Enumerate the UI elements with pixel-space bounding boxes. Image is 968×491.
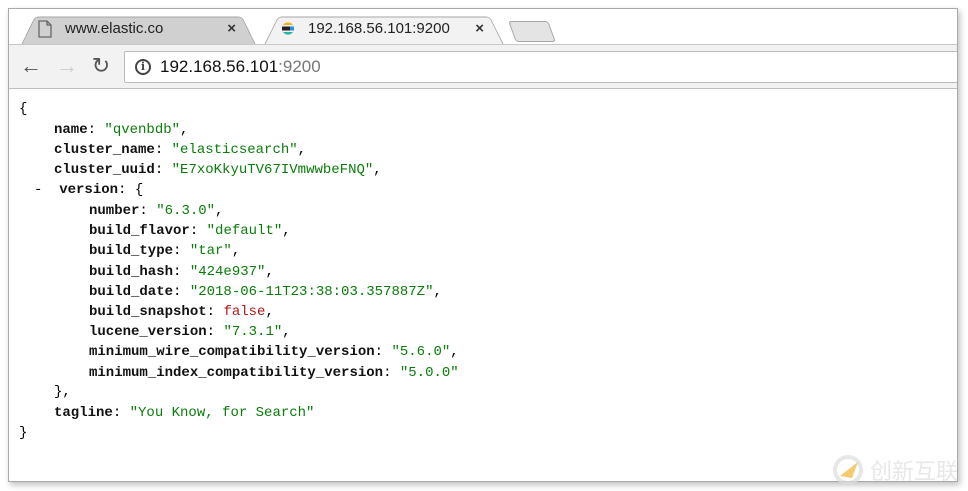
value: "7.3.1" <box>223 324 283 341</box>
elastic-logo-icon <box>282 21 294 35</box>
json-line-cluster-uuid: cluster_uuid: "E7xoKkyuTV67IVmwwbeFNQ", <box>54 162 382 178</box>
new-tab-button[interactable] <box>508 21 556 42</box>
json-line-number: number: "6.3.0", <box>89 203 224 219</box>
key: version <box>59 182 119 198</box>
json-viewer: { name: "qvenbdb", cluster_name: "elasti… <box>9 90 957 481</box>
json-line-lucene-version: lucene_version: "7.3.1", <box>89 324 291 341</box>
comma: , <box>433 283 442 300</box>
value: "2018-06-11T23:38:03.357887Z" <box>189 283 434 300</box>
key: minimum_wire_compatibility_version <box>89 344 375 361</box>
json-line-version: - version: { <box>34 182 144 198</box>
close-tab-icon[interactable]: × <box>227 20 236 37</box>
key: build_date <box>89 283 174 300</box>
key: tagline <box>54 405 113 421</box>
json-line-build-type: build_type: "tar", <box>89 243 241 260</box>
comma: , <box>265 304 274 320</box>
key: cluster_uuid <box>54 162 155 178</box>
browser-window: www.elastic.co × 192.168.56.101:9200 × ←… <box>8 8 958 482</box>
tab-elastic-co[interactable]: www.elastic.co × <box>21 12 256 45</box>
comma: , <box>265 263 274 280</box>
key: lucene_version <box>89 324 207 341</box>
back-button[interactable]: ← <box>19 54 43 78</box>
reload-button[interactable]: ↻ <box>89 54 113 78</box>
url-host: 192.168.56.101 <box>160 57 279 76</box>
value: "tar" <box>189 243 232 260</box>
close-tab-icon[interactable]: × <box>475 20 484 37</box>
json-line-build-snapshot: build_snapshot: false, <box>89 304 274 320</box>
json-line-cluster-name: cluster_name: "elasticsearch", <box>54 142 307 158</box>
address-bar[interactable]: i 192.168.56.101:9200 <box>124 51 957 83</box>
version-close-brace: }, <box>54 384 71 400</box>
json-line-minimum-index-compatibility-version: minimum_index_compatibility_version: "5.… <box>89 364 459 381</box>
page-icon <box>38 19 52 38</box>
value: "5.6.0" <box>391 344 451 361</box>
key: build_flavor <box>89 223 190 240</box>
json-line-minimum-wire-compatibility-version: minimum_wire_compatibility_version: "5.6… <box>89 344 459 361</box>
value: "elasticsearch" <box>171 142 298 158</box>
version-open-brace: { <box>134 182 144 198</box>
tab-strip: www.elastic.co × 192.168.56.101:9200 × <box>9 9 957 45</box>
comma: , <box>282 223 291 240</box>
url-port: :9200 <box>278 57 321 76</box>
forward-button[interactable]: → <box>55 54 79 78</box>
value: false <box>223 304 266 320</box>
value: "You Know, for Search" <box>129 405 315 421</box>
key: build_type <box>89 243 174 260</box>
key: cluster_name <box>54 142 155 158</box>
value: "5.0.0" <box>399 364 459 381</box>
value: "424e937" <box>189 263 266 280</box>
value: "qvenbdb" <box>104 122 181 138</box>
open-brace: { <box>19 101 28 117</box>
key: minimum_index_compatibility_version <box>89 364 384 381</box>
key: number <box>89 203 140 219</box>
value: "default" <box>206 223 283 240</box>
toolbar: ← → ↻ i 192.168.56.101:9200 <box>9 44 957 89</box>
tab-elasticsearch-node[interactable]: 192.168.56.101:9200 × <box>264 12 504 45</box>
value: "E7xoKkyuTV67IVmwwbeFNQ" <box>171 162 374 178</box>
json-line-tagline: tagline: "You Know, for Search" <box>54 405 315 421</box>
comma: , <box>282 324 291 341</box>
key: build_snapshot <box>89 304 207 320</box>
json-line-build-hash: build_hash: "424e937", <box>89 263 274 280</box>
json-line-name: name: "qvenbdb", <box>54 122 189 138</box>
tab-title: 192.168.56.101:9200 <box>308 20 450 37</box>
close-brace: } <box>19 425 28 441</box>
watermark-logo: 创新互联 <box>832 454 958 486</box>
json-line-build-date: build_date: "2018-06-11T23:38:03.357887Z… <box>89 283 442 300</box>
key: name <box>54 122 88 138</box>
comma: , <box>215 203 224 219</box>
info-icon[interactable]: i <box>135 59 151 75</box>
value: "6.3.0" <box>156 203 216 219</box>
json-line-build-flavor: build_flavor: "default", <box>89 223 291 240</box>
comma: , <box>231 243 241 260</box>
key: build_hash <box>89 263 174 280</box>
collapse-toggle[interactable]: - <box>34 182 42 198</box>
tab-title: www.elastic.co <box>65 20 164 37</box>
comma: , <box>450 344 459 361</box>
